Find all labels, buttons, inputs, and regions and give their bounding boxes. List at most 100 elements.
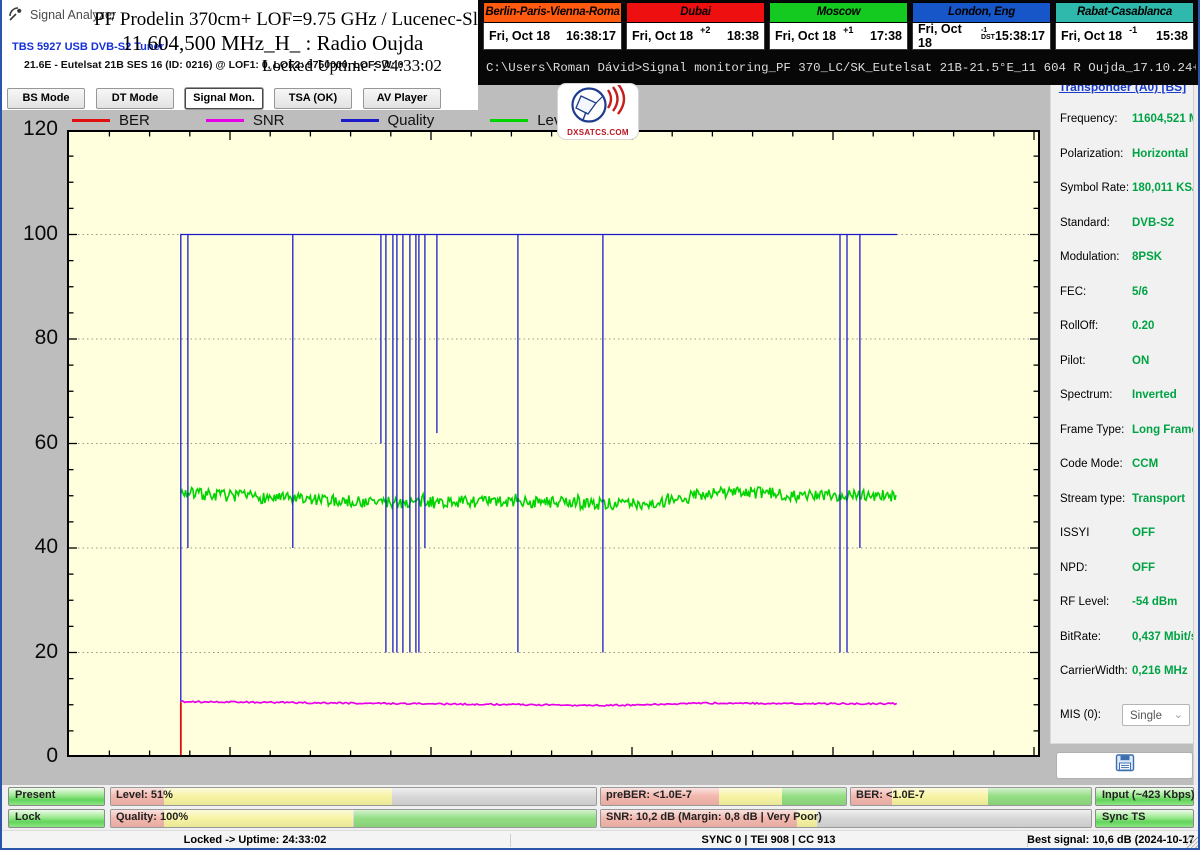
clock-city-label: Rabat-Casablanca: [1055, 2, 1194, 23]
transponder-row-code-mode: Code Mode:CCM: [1060, 458, 1188, 474]
clock-dubai: DubaiFri, Oct 18+218:38: [626, 2, 765, 50]
clock-london-eng: London, EngFri, Oct 18-1DST15:38:17: [912, 2, 1051, 50]
signal-plot-svg: [67, 130, 1040, 757]
clock-date: Fri, Oct 18: [918, 22, 974, 50]
status-bar: Locked -> Uptime: 24:33:02 SYNC 0 | TEI …: [0, 830, 1200, 850]
transponder-row-bitrate: BitRate:0,437 Mbit/s: [1060, 631, 1188, 647]
clock-utc-offset: -1DST: [981, 27, 995, 41]
save-button[interactable]: [1056, 752, 1193, 779]
clock-time: 17:38: [870, 29, 902, 43]
app-icon: [8, 6, 24, 22]
cmd-window[interactable]: Berlin-Paris-Vienna-RomaFri, Oct 1816:38…: [478, 0, 1200, 85]
resize-grip[interactable]: [1186, 837, 1198, 849]
legend-label: SNR: [253, 112, 285, 129]
tab-dt-mode[interactable]: DT Mode: [96, 88, 174, 109]
meter-snr: SNR: 10,2 dB (Margin: 0,8 dB | Very Poor…: [600, 809, 1092, 828]
transponder-row-frequency: Frequency:11604,521 MHz: [1060, 113, 1188, 129]
clock-date: Fri, Oct 18: [1061, 29, 1122, 43]
clock-city-label: Moscow: [769, 2, 908, 23]
y-axis-label: 40: [4, 535, 58, 559]
field-value: 5/6: [1132, 286, 1148, 298]
clock-time: 16:38:17: [566, 29, 616, 43]
transponder-row-fec: FEC:5/6: [1060, 286, 1188, 302]
field-value: Horizontal: [1132, 148, 1188, 160]
field-value: ON: [1132, 355, 1149, 367]
lamp-label: Input (~423 Kbps): [1102, 789, 1195, 801]
field-value: Transport: [1132, 493, 1185, 505]
lamp-input-423-kbps: Input (~423 Kbps): [1095, 787, 1194, 806]
locked-uptime-title: Locked Uptime : 24:33:02: [262, 56, 442, 76]
clock-berlin-paris-vienna-roma: Berlin-Paris-Vienna-RomaFri, Oct 1816:38…: [483, 2, 622, 50]
lamp-sync-ts: Sync TS: [1095, 809, 1194, 828]
signal-plot: [67, 130, 1040, 757]
field-value: 11604,521 MHz: [1132, 113, 1200, 125]
meter-level: Level: 51%: [110, 787, 597, 806]
meter-label: SNR: 10,2 dB (Margin: 0,8 dB | Very Poor…: [606, 811, 822, 823]
frequency-title: 11 604,500 MHz_H_ : Radio Oujda: [122, 31, 423, 56]
meter-label: Quality: 100%: [116, 811, 188, 823]
chevron-down-icon: ⌄: [1174, 704, 1183, 726]
clock-moscow: MoscowFri, Oct 18+117:38: [769, 2, 908, 50]
meter-ber: BER: <1.0E-7: [850, 787, 1092, 806]
transponder-row-issyi: ISSYIOFF: [1060, 527, 1188, 543]
field-label: Frame Type:: [1060, 424, 1124, 436]
transponder-row-mis: MIS (0):Single⌄: [1060, 709, 1188, 725]
field-value: OFF: [1132, 527, 1155, 539]
clock-body: Fri, Oct 18-1DST15:38:17: [912, 23, 1051, 50]
field-label: RF Level:: [1060, 596, 1109, 608]
y-axis-label: 100: [4, 222, 58, 246]
panel-scrollbar[interactable]: [1193, 85, 1200, 785]
legend-swatch-quality: [341, 119, 379, 122]
mode-tabs: BS Mode DT Mode Signal Mon. TSA (OK) AV Play…: [7, 88, 441, 109]
meter-preber: preBER: <1.0E-7: [600, 787, 847, 806]
clock-body: Fri, Oct 18 16:38:17: [483, 23, 622, 50]
legend-label: BER: [119, 112, 150, 129]
status-sync: SYNC 0 | TEI 908 | CC 913: [510, 834, 1027, 846]
field-value: 8PSK: [1132, 251, 1162, 263]
satellite-dish-icon: [559, 112, 637, 129]
field-label: Modulation:: [1060, 251, 1119, 263]
transponder-row-spectrum: Spectrum:Inverted: [1060, 389, 1188, 405]
meter-label: preBER: <1.0E-7: [606, 789, 692, 801]
tab-tsa-ok[interactable]: TSA (OK): [274, 88, 352, 109]
field-label: NPD:: [1060, 562, 1087, 574]
tab-bs-mode[interactable]: BS Mode: [7, 88, 85, 109]
tab-av-player[interactable]: AV Player: [363, 88, 441, 109]
legend-item-quality: Quality: [341, 112, 435, 129]
transponder-row-frame-type: Frame Type:Long Frame: [1060, 424, 1188, 440]
legend-swatch-snr: [206, 119, 244, 122]
transponder-row-modulation: Modulation: 8PSK: [1060, 251, 1188, 267]
field-label: MIS (0):: [1060, 709, 1101, 721]
dish-title: PF Prodelin 370cm+ LOF=9.75 GHz / Lucene…: [94, 9, 529, 31]
transponder-row-polarization: Polarization: Horizontal: [1060, 148, 1188, 164]
clock-date: Fri, Oct 18: [489, 29, 550, 43]
mis-select[interactable]: Single ⌄: [1122, 704, 1190, 726]
lamp-label: Present: [15, 789, 55, 801]
field-label: Pilot:: [1060, 355, 1086, 367]
lamp-present: Present: [8, 787, 105, 806]
clock-body: Fri, Oct 18+117:38: [769, 23, 908, 50]
signal-analyzer-window: Signal Analyzer PF Prodelin 370cm+ LOF=9…: [0, 0, 1200, 850]
legend-swatch-level: [490, 119, 528, 122]
legend-item-snr: SNR: [206, 112, 285, 129]
field-label: Frequency:: [1060, 113, 1118, 125]
status-meters: Present Level: 51% preBER: <1.0E-7 BER: <1.…: [0, 785, 1200, 830]
clock-city-label: London, Eng: [912, 2, 1051, 23]
transponder-row-rolloff: RollOff:0.20: [1060, 320, 1188, 336]
transponder-row-npd: NPD:OFF: [1060, 562, 1188, 578]
field-label: Stream type:: [1060, 493, 1125, 505]
tab-signal-mon[interactable]: Signal Mon.: [185, 88, 263, 109]
y-axis-label: 20: [4, 640, 58, 664]
status-separator: [1027, 834, 1028, 847]
clock-utc-offset: +1: [843, 25, 853, 35]
field-value: 0,437 Mbit/s: [1132, 631, 1197, 643]
meter-gloss: [111, 788, 596, 805]
clock-time: 15:38: [1156, 29, 1188, 43]
clock-utc-offset: -1: [1129, 25, 1137, 35]
clock-body: Fri, Oct 18 -1 15:38: [1055, 23, 1194, 50]
field-value: DVB-S2: [1132, 217, 1174, 229]
world-clocks: Berlin-Paris-Vienna-RomaFri, Oct 1816:38…: [483, 2, 1194, 50]
transponder-row-carrierwidth: CarrierWidth:0,216 MHz: [1060, 665, 1188, 681]
mis-select-value: Single: [1130, 710, 1162, 722]
field-label: Polarization:: [1060, 148, 1123, 160]
